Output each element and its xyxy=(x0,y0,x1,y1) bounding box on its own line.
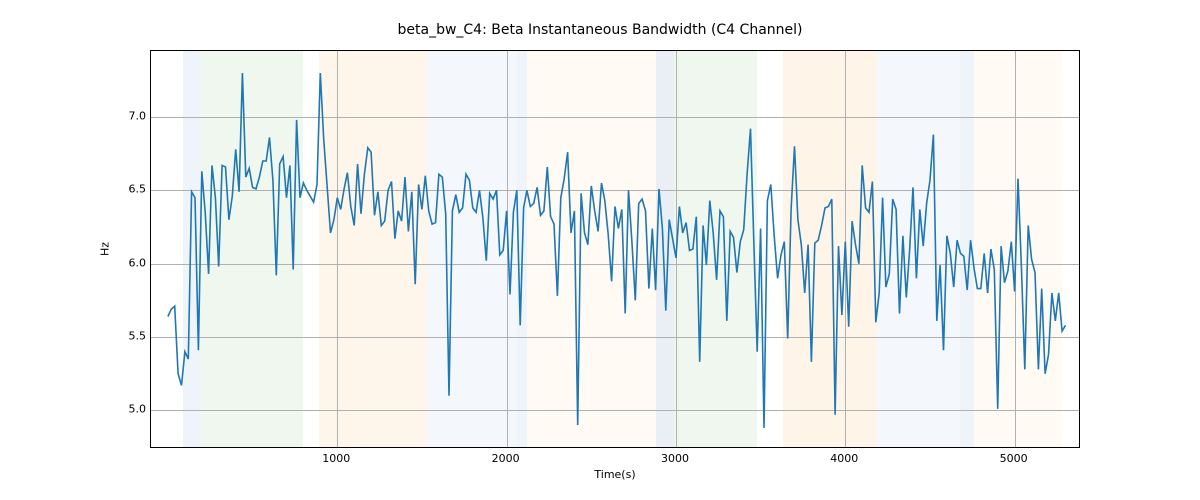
y-tick-label: 6.0 xyxy=(106,256,146,269)
chart-figure: beta_bw_C4: Beta Instantaneous Bandwidth… xyxy=(0,0,1200,500)
x-axis-label: Time(s) xyxy=(594,468,635,481)
y-tick-label: 5.5 xyxy=(106,330,146,343)
x-tick-label: 1000 xyxy=(306,452,366,465)
x-tick-label: 2000 xyxy=(476,452,536,465)
plot-title: beta_bw_C4: Beta Instantaneous Bandwidth… xyxy=(0,22,1200,38)
y-tick-label: 7.0 xyxy=(106,110,146,123)
y-tick-label: 6.5 xyxy=(106,183,146,196)
y-axis-label: Hz xyxy=(99,242,112,256)
x-tick-label: 4000 xyxy=(814,452,874,465)
y-tick-label: 5.0 xyxy=(106,403,146,416)
plot-axes xyxy=(150,50,1080,448)
x-tick-label: 5000 xyxy=(984,452,1044,465)
x-tick-label: 3000 xyxy=(645,452,705,465)
line-series xyxy=(151,51,1079,447)
